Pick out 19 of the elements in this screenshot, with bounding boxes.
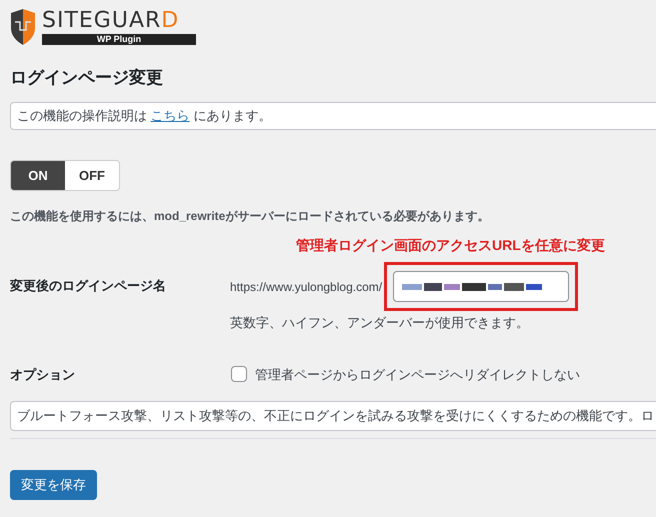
page-title: ログインページ変更: [10, 67, 164, 89]
field-label: 変更後のログインページ名: [10, 277, 167, 295]
checkbox-label: 管理者ページからログインページへリダイレクトしない: [255, 366, 580, 384]
logo-subtitle: WP Plugin: [42, 34, 196, 44]
redirect-checkbox[interactable]: [231, 366, 247, 382]
option-label: オプション: [10, 366, 76, 384]
logo-wordmark: SITEGUARD: [42, 10, 180, 32]
login-name-input[interactable]: [393, 271, 570, 302]
toggle-option[interactable]: ON: [11, 161, 65, 190]
description-box: ブルートフォース攻撃、リスト攻撃等の、不正にログインを試みる攻撃を受けにくくするための機能です。ロ: [10, 401, 656, 431]
requirement-note: この機能を使用するには、mod_rewriteがサーバーにロードされている必要があります。: [10, 208, 490, 225]
annotation-text: 管理者ログイン画面のアクセスURLを任意に変更: [296, 236, 606, 255]
toggle-option[interactable]: OFF: [65, 161, 119, 190]
url-prefix: https://www.yulongblog.com/: [230, 278, 382, 296]
field-hint: 英数字、ハイフン、アンダーバーが使用できます。: [230, 314, 530, 332]
notice-box: この機能の操作説明は こちら にあります。: [10, 102, 656, 130]
shield-logo-icon: [10, 8, 36, 46]
save-button[interactable]: 変更を保存: [10, 470, 97, 500]
help-link[interactable]: こちら: [150, 108, 190, 124]
